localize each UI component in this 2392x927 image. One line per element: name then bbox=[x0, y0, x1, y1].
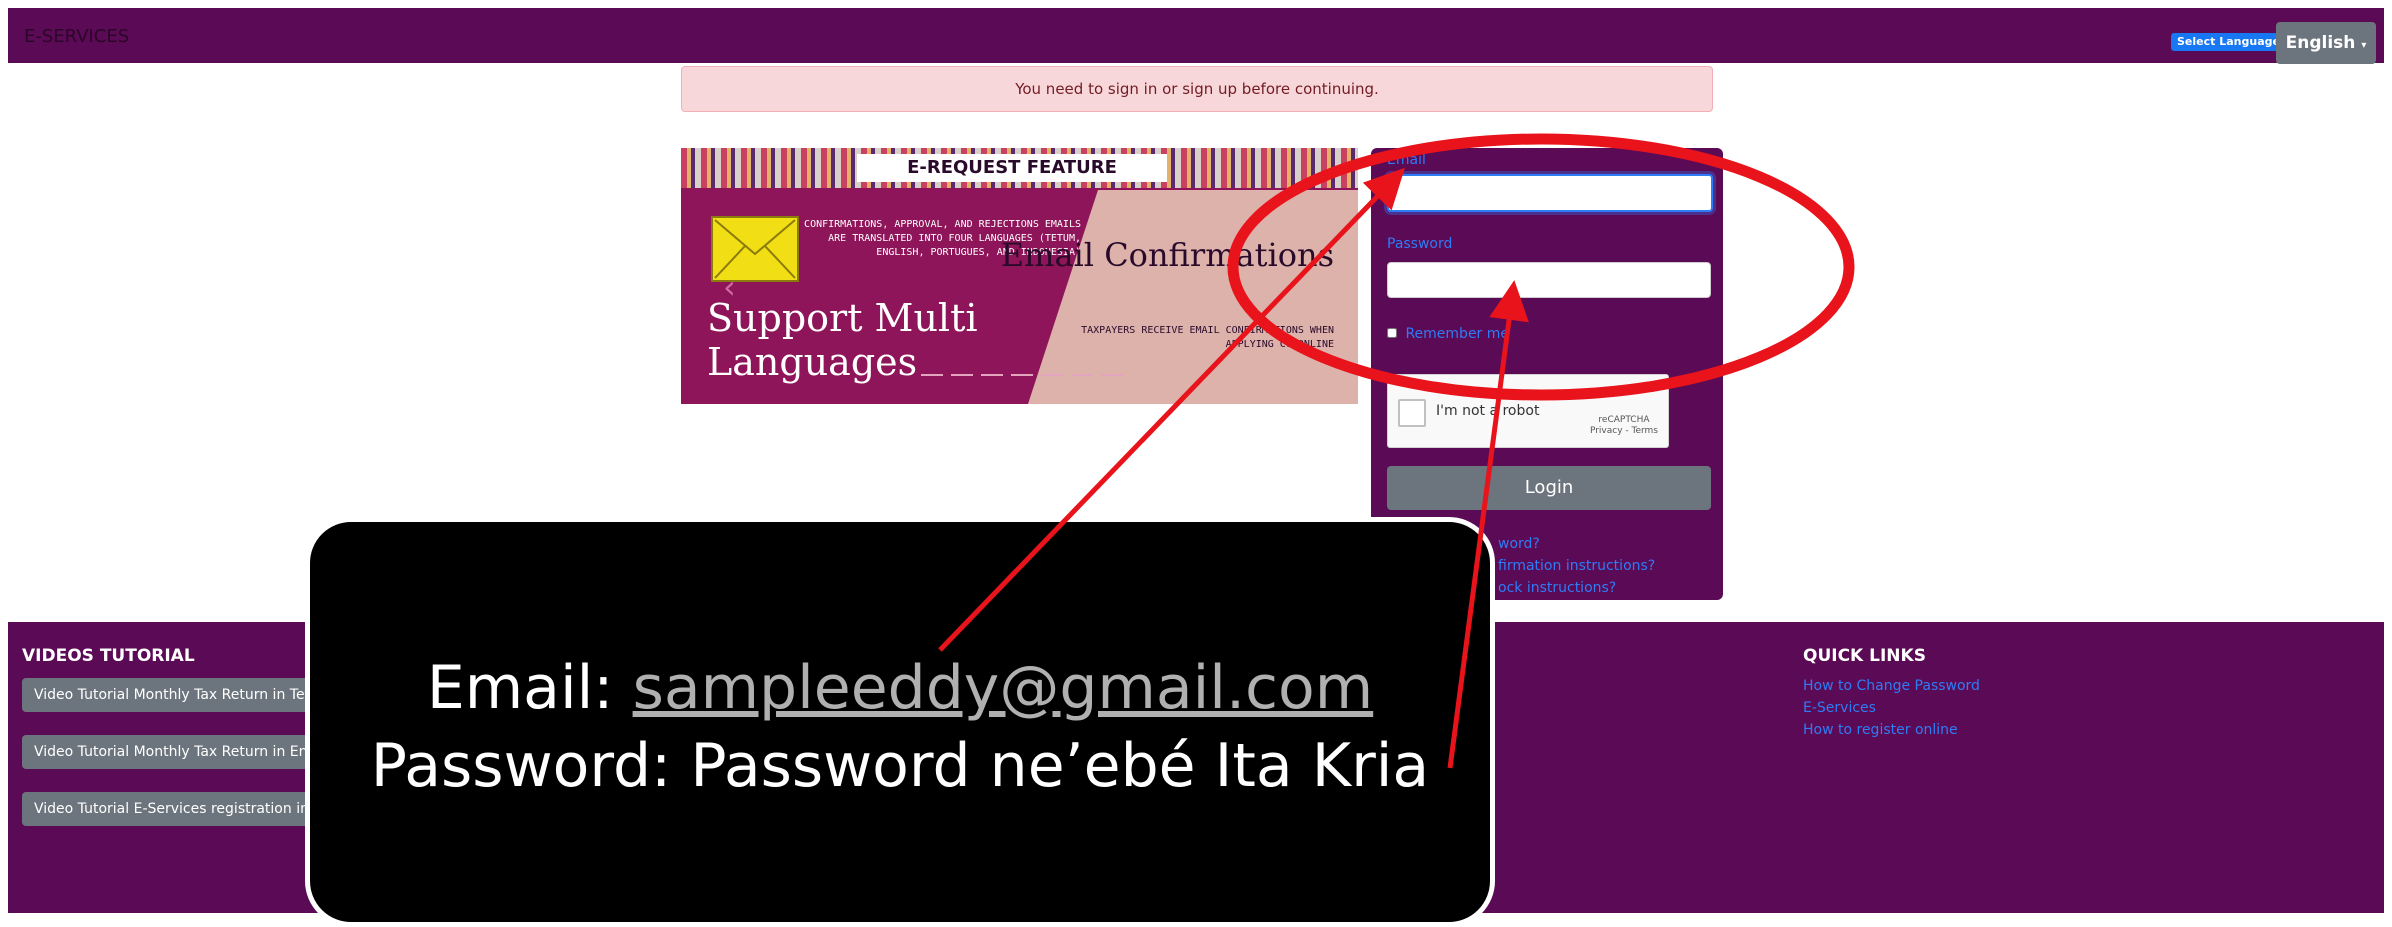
remember-me-box[interactable] bbox=[1387, 328, 1397, 338]
quick-links-heading: QUICK LINKS bbox=[1803, 646, 1926, 666]
overlay-email-link[interactable]: sampleeddy@gmail.com bbox=[633, 653, 1374, 723]
video-tutorial-button[interactable]: Video Tutorial Monthly Tax Return in Eng bbox=[22, 735, 322, 769]
carousel-controls: ‹ bbox=[723, 268, 1123, 376]
email-field[interactable] bbox=[1387, 174, 1713, 212]
remember-me-checkbox[interactable]: Remember me bbox=[1387, 326, 1509, 342]
remember-me-label: Remember me bbox=[1405, 326, 1510, 342]
quick-link[interactable]: How to Change Password bbox=[1803, 678, 1980, 694]
unlock-instructions-link[interactable]: ock instructions? bbox=[1498, 580, 1616, 596]
password-field[interactable] bbox=[1387, 262, 1711, 298]
signin-required-alert: You need to sign in or sign up before co… bbox=[681, 66, 1713, 112]
recaptcha-checkbox[interactable] bbox=[1398, 399, 1426, 427]
select-language-badge: Select Language bbox=[2171, 33, 2286, 51]
feature-banner-carousel[interactable]: E-REQUEST FEATURE CONFIRMATIONS, APPROVA… bbox=[681, 148, 1358, 404]
overlay-email-prefix: Email: bbox=[426, 653, 633, 723]
recaptcha-widget: I'm not a robot reCAPTCHA Privacy - Term… bbox=[1387, 374, 1669, 448]
brand-label[interactable]: E-SERVICES bbox=[24, 26, 129, 47]
credentials-overlay: Email: sampleeddy@gmail.com Password: Pa… bbox=[305, 517, 1495, 927]
language-label: English bbox=[2285, 33, 2356, 53]
confirmation-instructions-link[interactable]: firmation instructions? bbox=[1498, 558, 1655, 574]
login-button[interactable]: Login bbox=[1387, 466, 1711, 510]
password-label: Password bbox=[1387, 236, 1453, 252]
caret-down-icon: ▾ bbox=[2361, 40, 2367, 51]
language-dropdown-button[interactable]: English ▾ bbox=[2276, 22, 2376, 64]
overlay-password-line: Password: Password ne’ebé Ita Kria bbox=[370, 731, 1430, 801]
recaptcha-label: I'm not a robot bbox=[1436, 403, 1540, 419]
recaptcha-brand: reCAPTCHA bbox=[1598, 415, 1650, 425]
chevron-left-icon: ‹ bbox=[723, 268, 736, 306]
video-tutorial-button[interactable]: Video Tutorial E-Services registration i… bbox=[22, 792, 322, 826]
quick-link[interactable]: E-Services bbox=[1803, 700, 1876, 716]
top-navbar: E-SERVICES Select Language English ▾ bbox=[8, 8, 2384, 64]
forgot-password-link[interactable]: word? bbox=[1498, 536, 1540, 552]
email-label: Email bbox=[1387, 152, 1426, 168]
video-tutorial-button[interactable]: Video Tutorial Monthly Tax Return in Tet… bbox=[22, 678, 322, 712]
recaptcha-logo-icon: reCAPTCHA Privacy - Terms bbox=[1590, 415, 1658, 437]
quick-link[interactable]: How to register online bbox=[1803, 722, 1958, 738]
overlay-email-line: Email: sampleeddy@gmail.com bbox=[310, 652, 1490, 724]
recaptcha-terms[interactable]: Privacy - Terms bbox=[1590, 426, 1658, 437]
videos-tutorial-heading: VIDEOS TUTORIAL bbox=[22, 646, 195, 666]
